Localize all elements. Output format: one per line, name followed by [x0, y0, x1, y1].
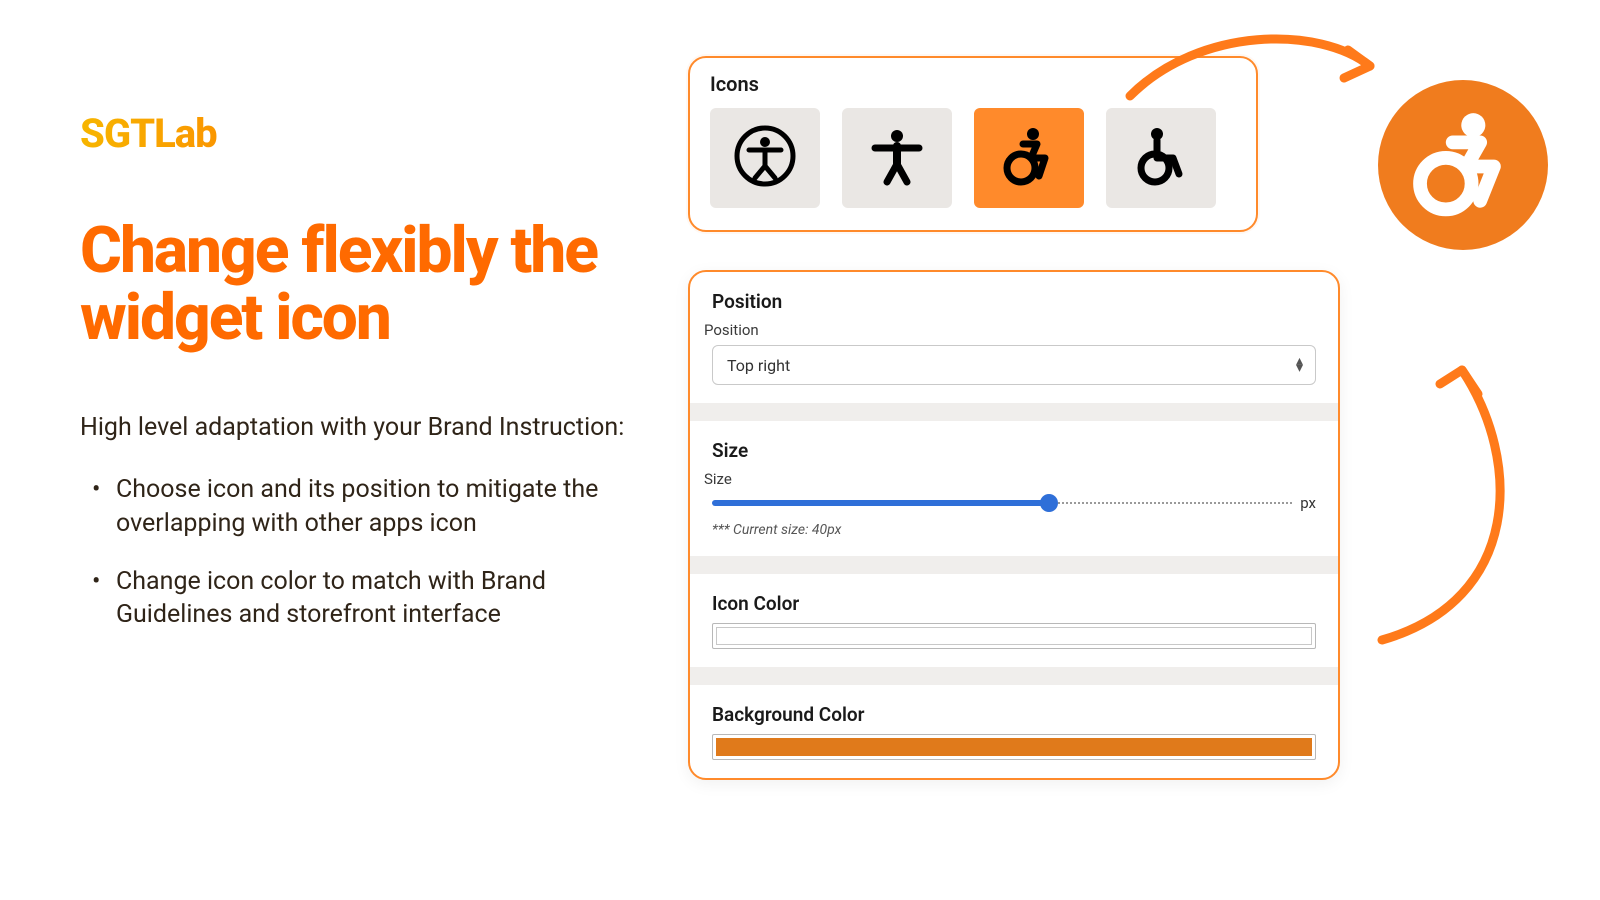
- position-select[interactable]: Top right ▴▾: [712, 345, 1316, 385]
- feature-bullets: Choose icon and its position to mitigate…: [80, 473, 640, 632]
- chevron-updown-icon: ▴▾: [1296, 358, 1303, 372]
- size-section: Size Size px *** Current size: 40px: [690, 421, 1338, 556]
- background-color-swatch: [716, 738, 1312, 756]
- size-field-label: Size: [704, 470, 1316, 488]
- page-subheading: High level adaptation with your Brand In…: [80, 411, 640, 445]
- section-divider: [690, 556, 1338, 574]
- section-divider: [690, 667, 1338, 685]
- icon-option-accessibility-circle[interactable]: [710, 108, 820, 208]
- wheelchair-icon: [1129, 124, 1193, 192]
- background-color-input[interactable]: [712, 734, 1316, 760]
- icon-option-wheelchair-motion[interactable]: [974, 108, 1084, 208]
- size-unit: px: [1300, 494, 1316, 512]
- icon-color-title: Icon Color: [712, 592, 1316, 615]
- icon-color-section: Icon Color: [690, 574, 1338, 667]
- wheelchair-motion-icon: [1408, 108, 1518, 222]
- size-section-title: Size: [712, 439, 1316, 462]
- settings-panel: Position Position Top right ▴▾ Size Size…: [688, 270, 1340, 780]
- accessibility-circle-icon: [733, 124, 797, 192]
- position-field-label: Position: [704, 321, 1316, 339]
- size-note: *** Current size: 40px: [712, 522, 1316, 538]
- feature-bullet: Change icon color to match with Brand Gu…: [116, 565, 640, 633]
- position-section-title: Position: [712, 290, 1316, 313]
- icon-option-person-arms[interactable]: [842, 108, 952, 208]
- arrow-icon: [1120, 26, 1400, 116]
- feature-bullet: Choose icon and its position to mitigate…: [116, 473, 640, 541]
- icon-color-swatch: [716, 627, 1312, 645]
- background-color-section: Background Color: [690, 685, 1338, 778]
- person-arms-icon: [865, 124, 929, 192]
- position-section: Position Position Top right ▴▾: [690, 272, 1338, 403]
- wheelchair-motion-icon: [997, 124, 1061, 192]
- position-select-value: Top right: [727, 356, 790, 375]
- icon-color-input[interactable]: [712, 623, 1316, 649]
- size-slider[interactable]: [712, 500, 1292, 506]
- arrow-icon: [1362, 340, 1562, 660]
- background-color-title: Background Color: [712, 703, 1316, 726]
- section-divider: [690, 403, 1338, 421]
- preview-badge: [1378, 80, 1548, 250]
- brand-logo: SGTLab: [80, 110, 640, 157]
- slider-thumb[interactable]: [1040, 494, 1058, 512]
- page-heading: Change flexibly the widget icon: [80, 217, 640, 351]
- icon-option-wheelchair[interactable]: [1106, 108, 1216, 208]
